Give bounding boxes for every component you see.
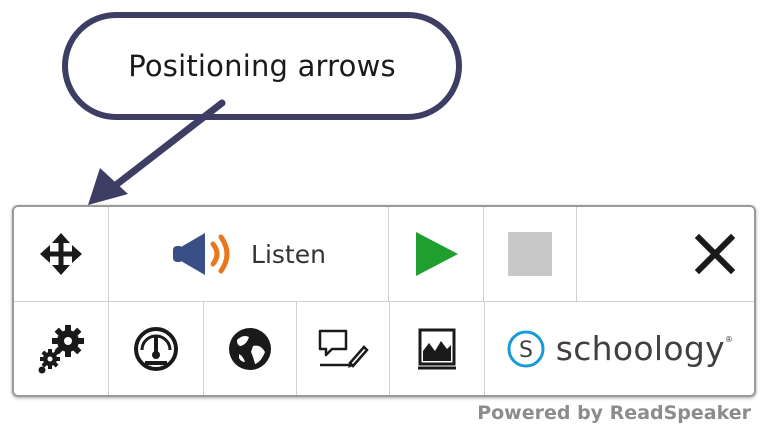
stop-button[interactable] bbox=[484, 207, 577, 301]
schoology-logo-icon: S bbox=[507, 330, 545, 367]
pen-note-icon bbox=[318, 329, 369, 368]
play-icon bbox=[416, 232, 458, 276]
readspeaker-toolbar: Listen S schoology® bbox=[12, 205, 756, 397]
text-mode-button[interactable] bbox=[297, 302, 390, 395]
schoology-text: schoology bbox=[555, 329, 725, 368]
toolbar-top-row: Listen bbox=[14, 207, 754, 302]
translate-button[interactable] bbox=[204, 302, 297, 395]
settings-button[interactable] bbox=[14, 302, 109, 395]
svg-text:S: S bbox=[519, 338, 533, 363]
speed-button[interactable] bbox=[109, 302, 204, 395]
powered-by-text: Powered by ReadSpeaker bbox=[477, 402, 751, 424]
close-button[interactable] bbox=[577, 207, 754, 301]
toolbar-bottom-row: S schoology® bbox=[14, 302, 754, 395]
schoology-label: schoology® bbox=[556, 329, 733, 368]
listen-button[interactable]: Listen bbox=[109, 207, 389, 301]
close-icon bbox=[694, 233, 736, 275]
stop-icon bbox=[508, 232, 552, 276]
listen-label: Listen bbox=[251, 239, 326, 269]
picture-dictionary-button[interactable] bbox=[390, 302, 485, 395]
gears-icon bbox=[38, 324, 84, 373]
play-button[interactable] bbox=[389, 207, 484, 301]
move-arrows-icon bbox=[40, 233, 82, 275]
schoology-button[interactable]: S schoology® bbox=[485, 302, 754, 395]
speedometer-icon bbox=[134, 326, 178, 371]
speaker-icon bbox=[173, 233, 230, 275]
move-handle[interactable] bbox=[14, 207, 109, 301]
schoology-trademark: ® bbox=[724, 335, 734, 344]
image-chart-icon bbox=[418, 328, 456, 369]
globe-icon bbox=[229, 327, 271, 370]
